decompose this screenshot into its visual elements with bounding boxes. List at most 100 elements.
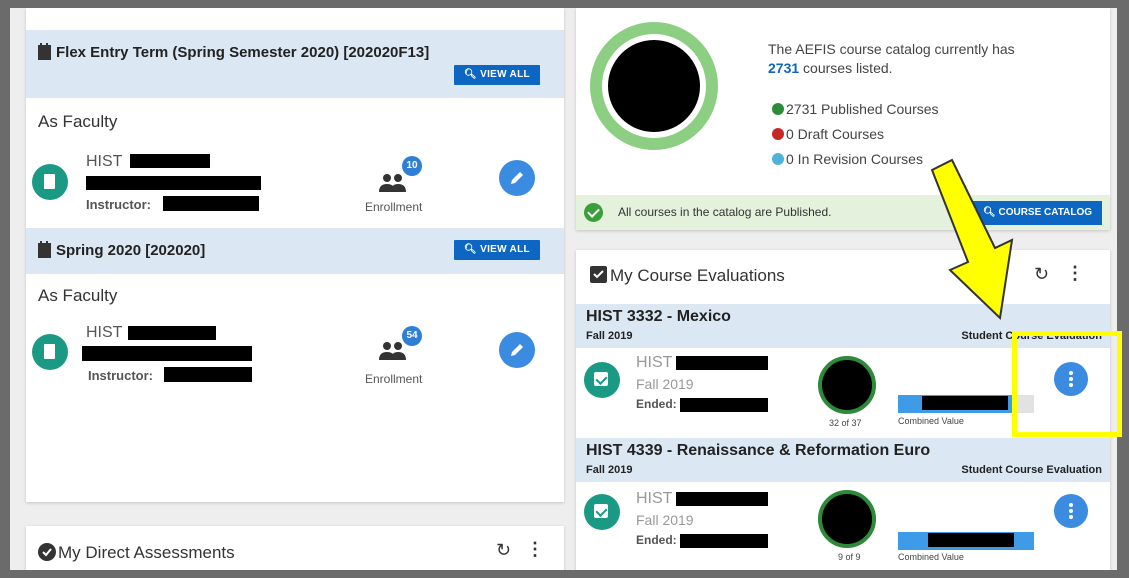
more-vert-icon[interactable]: ⋮ bbox=[526, 539, 544, 560]
evaluation-term: Fall 2019 bbox=[586, 464, 633, 476]
ended-label: Ended: bbox=[636, 533, 677, 547]
pencil-icon bbox=[511, 172, 523, 184]
people-icon bbox=[379, 174, 406, 192]
banner-text: All courses in the catalog are Published… bbox=[618, 205, 832, 219]
ended-label: Ended: bbox=[636, 397, 677, 411]
book-icon bbox=[32, 164, 68, 200]
draft-dot bbox=[772, 128, 784, 140]
revision-label: 0 In Revision Courses bbox=[786, 151, 923, 167]
redaction bbox=[128, 326, 216, 340]
catalog-text: The AEFIS course catalog currently has 2… bbox=[768, 40, 1015, 78]
term-title-text: Flex Entry Term (Spring Semester 2020) [… bbox=[56, 44, 430, 61]
instructor-label: Instructor: bbox=[88, 368, 153, 383]
redaction bbox=[676, 492, 768, 506]
edit-button[interactable] bbox=[499, 332, 535, 368]
course-catalog-label: COURSE CATALOG bbox=[998, 207, 1092, 218]
term-title: Flex Entry Term (Spring Semester 2020) [… bbox=[38, 43, 430, 61]
view-all-button[interactable]: 🔍︎ VIEW ALL bbox=[454, 65, 540, 85]
course-code: HIST bbox=[636, 490, 673, 507]
course-catalog-card: The AEFIS course catalog currently has 2… bbox=[576, 8, 1110, 230]
evaluation-check-icon bbox=[584, 494, 620, 530]
evaluation-check-icon bbox=[584, 362, 620, 398]
published-legend: 2731 Published Courses bbox=[772, 100, 939, 119]
direct-assessments-title: My Direct Assessments bbox=[58, 543, 235, 562]
check-icon bbox=[584, 203, 603, 222]
term-title-text: Spring 2020 [202020] bbox=[56, 242, 206, 259]
dashboard-frame: Flex Entry Term (Spring Semester 2020) [… bbox=[10, 8, 1117, 570]
redaction bbox=[130, 154, 210, 168]
course-code: HIST bbox=[86, 324, 123, 341]
direct-assessments-card: My Direct Assessments ↻ ⋮ bbox=[26, 526, 564, 570]
evaluation-header: HIST 4339 - Renaissance & Reformation Eu… bbox=[576, 438, 1110, 482]
view-all-label: VIEW ALL bbox=[480, 244, 530, 255]
sub-term: Fall 2019 bbox=[636, 512, 694, 528]
catalog-donut bbox=[590, 22, 718, 150]
more-vert-icon[interactable]: ⋮ bbox=[1066, 263, 1084, 284]
instructor-label: Instructor: bbox=[86, 197, 151, 212]
evaluation-title[interactable]: HIST 3332 - Mexico bbox=[586, 308, 731, 326]
course-code: HIST bbox=[86, 153, 123, 170]
calendar-icon bbox=[38, 43, 51, 60]
redaction bbox=[680, 534, 768, 548]
refresh-icon[interactable]: ↻ bbox=[1034, 264, 1049, 285]
sub-term: Fall 2019 bbox=[636, 376, 694, 392]
term-header: Spring 2020 [202020] 🔍︎ VIEW ALL bbox=[26, 228, 564, 274]
search-icon: 🔍︎ bbox=[983, 207, 996, 218]
my-courses-card: Flex Entry Term (Spring Semester 2020) [… bbox=[26, 8, 564, 502]
evaluation-more-button[interactable] bbox=[1054, 494, 1088, 528]
catalog-count: 2731 bbox=[768, 60, 800, 76]
course-row[interactable]: HIST Instructor: 10 Enrollment bbox=[26, 150, 564, 222]
calendar-icon bbox=[38, 241, 51, 258]
search-icon: 🔍︎ bbox=[464, 244, 477, 255]
enrollment-badge: 54 bbox=[402, 326, 422, 346]
published-dot bbox=[772, 103, 784, 115]
course-row[interactable]: HIST Instructor: 54 Enrollment bbox=[26, 324, 564, 396]
view-all-button[interactable]: 🔍︎ VIEW ALL bbox=[454, 240, 540, 260]
draft-label: 0 Draft Courses bbox=[786, 126, 885, 142]
people-icon bbox=[379, 342, 406, 360]
redaction bbox=[164, 367, 252, 382]
catalog-prefix: The AEFIS course catalog currently has bbox=[768, 41, 1015, 57]
term-header: Flex Entry Term (Spring Semester 2020) [… bbox=[26, 30, 564, 98]
enrollment-badge: 10 bbox=[402, 156, 422, 176]
course-code: HIST bbox=[636, 354, 673, 371]
redaction bbox=[163, 196, 259, 211]
redaction bbox=[922, 396, 1008, 410]
role-label: As Faculty bbox=[38, 286, 118, 305]
check-circle-icon bbox=[38, 543, 56, 561]
evaluation-title[interactable]: HIST 4339 - Renaissance & Reformation Eu… bbox=[586, 442, 930, 460]
published-banner: All courses in the catalog are Published… bbox=[576, 195, 1110, 230]
redaction bbox=[86, 176, 261, 190]
revision-legend: 0 In Revision Courses bbox=[772, 150, 923, 169]
response-donut bbox=[818, 356, 876, 414]
term-title: Spring 2020 [202020] bbox=[38, 241, 206, 259]
refresh-icon[interactable]: ↻ bbox=[496, 540, 511, 561]
redaction bbox=[928, 533, 1014, 547]
published-label: 2731 Published Courses bbox=[786, 101, 939, 117]
search-icon: 🔍︎ bbox=[464, 69, 477, 80]
draft-legend: 0 Draft Courses bbox=[772, 125, 884, 144]
pencil-icon bbox=[511, 344, 523, 356]
evaluations-title: My Course Evaluations bbox=[610, 266, 785, 285]
redaction bbox=[676, 356, 768, 370]
enrollment-label: Enrollment bbox=[365, 372, 423, 386]
evaluation-type: Student Course Evaluation bbox=[961, 464, 1102, 476]
response-count: 32 of 37 bbox=[829, 418, 862, 428]
redaction bbox=[82, 346, 252, 361]
edit-button[interactable] bbox=[499, 160, 535, 196]
response-donut bbox=[818, 490, 876, 548]
role-label: As Faculty bbox=[38, 112, 118, 131]
checkbox-icon bbox=[590, 266, 607, 283]
redaction bbox=[680, 398, 768, 412]
response-count: 9 of 9 bbox=[838, 552, 861, 562]
catalog-suffix: courses listed. bbox=[803, 60, 893, 76]
view-all-label: VIEW ALL bbox=[480, 69, 530, 80]
course-catalog-button[interactable]: 🔍︎ COURSE CATALOG bbox=[973, 201, 1102, 225]
book-icon bbox=[32, 334, 68, 370]
annotation-highlight-box bbox=[1012, 331, 1122, 437]
revision-dot bbox=[772, 153, 784, 165]
combined-value-label: Combined Value bbox=[898, 416, 964, 426]
combined-value-label: Combined Value bbox=[898, 552, 964, 562]
enrollment-label: Enrollment bbox=[365, 200, 423, 214]
evaluation-term: Fall 2019 bbox=[586, 330, 633, 342]
